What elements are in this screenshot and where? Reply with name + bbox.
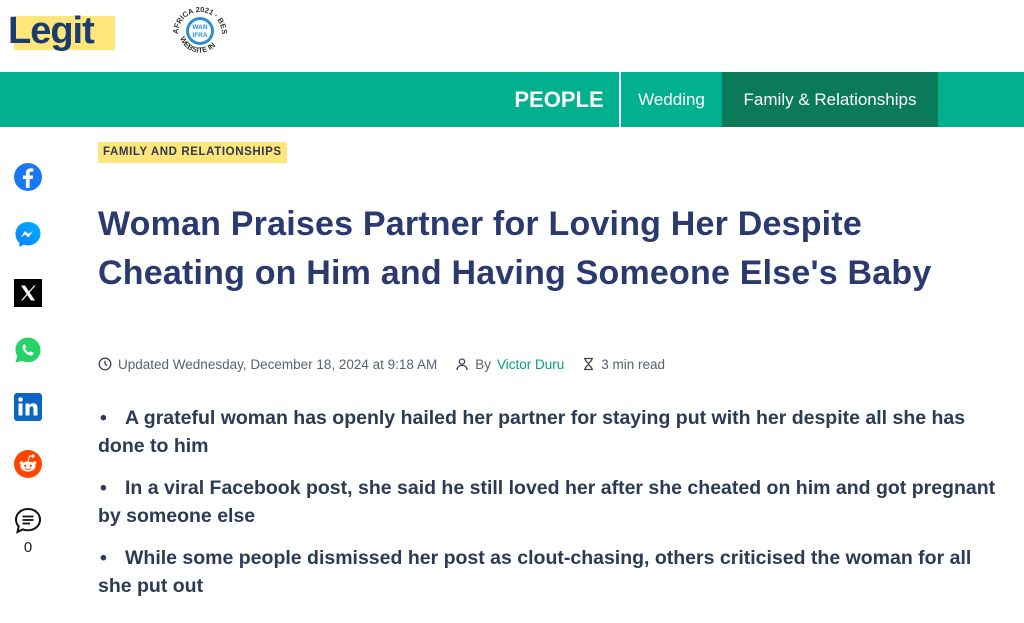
comments-button[interactable]	[12, 505, 44, 537]
messenger-icon	[15, 222, 41, 247]
linkedin-icon	[14, 393, 42, 421]
nav-item-family-relationships[interactable]: Family & Relationships	[722, 72, 938, 127]
category-tag[interactable]: FAMILY AND RELATIONSHIPS	[98, 142, 287, 163]
comment-count: 0	[23, 539, 33, 556]
linkedin-share-button[interactable]	[12, 391, 44, 423]
by-label: By	[475, 356, 491, 372]
messenger-share-button[interactable]	[12, 219, 44, 251]
x-share-button[interactable]	[12, 277, 44, 309]
site-header: Legit AFRICA 2021 · BEST NEWS WEBSITE IN…	[0, 0, 1024, 72]
facebook-icon	[14, 163, 42, 191]
article-meta: Updated Wednesday, December 18, 2024 at …	[98, 355, 665, 373]
reddit-share-button[interactable]	[12, 448, 44, 480]
whatsapp-share-button[interactable]	[12, 334, 44, 366]
logo-text: Legit	[8, 10, 95, 52]
summary-bullet: In a viral Facebook post, she said he st…	[98, 474, 998, 530]
summary-bullets: A grateful woman has openly hailed her p…	[98, 404, 998, 614]
nav-section-people[interactable]: PEOPLE	[500, 72, 618, 127]
section-nav: PEOPLE Wedding Family & Relationships	[0, 72, 1024, 127]
comment-icon	[14, 507, 42, 534]
whatsapp-icon	[15, 337, 41, 363]
user-icon	[456, 358, 468, 371]
author-link[interactable]: Victor Duru	[497, 357, 564, 372]
reddit-icon	[14, 450, 42, 478]
summary-bullet: While some people dismissed her post as …	[98, 544, 998, 600]
clock-icon	[98, 357, 112, 371]
svg-text:IFRA: IFRA	[192, 32, 207, 39]
summary-bullet: A grateful woman has openly hailed her p…	[98, 404, 998, 460]
x-icon	[14, 279, 42, 307]
nav-item-wedding[interactable]: Wedding	[621, 72, 722, 127]
read-time: 3 min read	[601, 356, 666, 372]
article-title: Woman Praises Partner for Loving Her Des…	[98, 205, 932, 292]
svg-text:WAN: WAN	[192, 24, 207, 31]
hourglass-icon	[584, 357, 594, 371]
facebook-share-button[interactable]	[12, 161, 44, 193]
updated-date: Updated Wednesday, December 18, 2024 at …	[118, 356, 438, 372]
award-badge: AFRICA 2021 · BEST NEWS WEBSITE IN WAN I…	[162, 0, 236, 62]
site-logo[interactable]: Legit	[8, 10, 115, 52]
